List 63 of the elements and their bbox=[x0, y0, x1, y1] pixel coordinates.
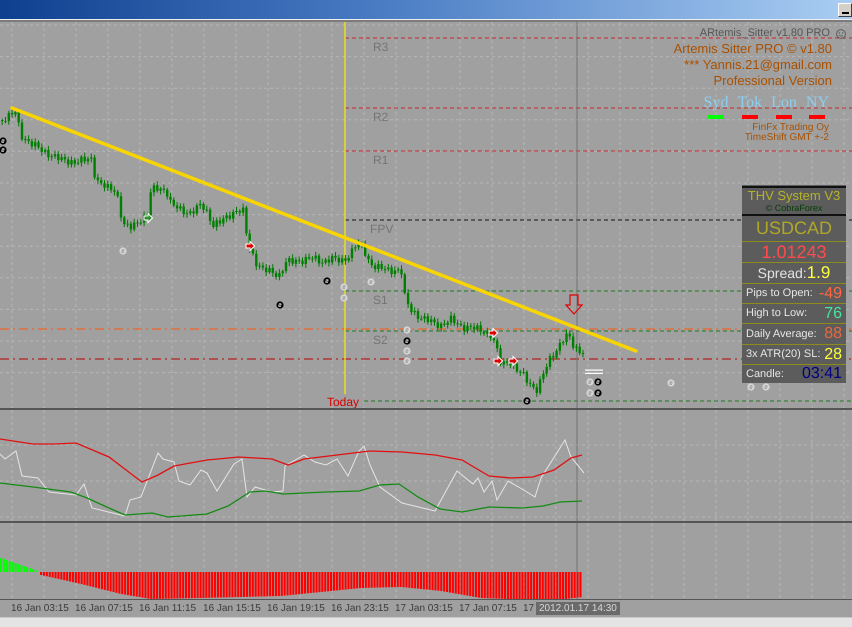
time-axis-label: 16 Jan 07:15 bbox=[75, 602, 133, 615]
credit-text: © CobraForex bbox=[766, 203, 822, 213]
spread-value: 1.9 bbox=[806, 262, 830, 284]
panel-title: THV System V3 bbox=[748, 189, 840, 203]
right-arrow-icon bbox=[488, 327, 498, 339]
circle-marker-icon bbox=[340, 294, 348, 302]
circle-marker-icon bbox=[276, 301, 284, 309]
stat-value: 76 bbox=[824, 304, 842, 324]
price-text: 1.01243 bbox=[761, 240, 827, 264]
pivot-level-label: S2 bbox=[373, 334, 388, 346]
time-axis-label: 17 bbox=[523, 602, 534, 615]
session-label: Syd bbox=[704, 95, 728, 111]
time-axis-label: 16 Jan 23:15 bbox=[331, 602, 389, 615]
right-arrow-icon bbox=[494, 355, 504, 367]
stat-label: Candle: bbox=[746, 366, 784, 382]
smiley-icon bbox=[836, 29, 846, 39]
stat-label: Pips to Open: bbox=[746, 286, 813, 302]
session-label: Tok bbox=[737, 95, 762, 111]
symbol-text: USDCAD bbox=[756, 217, 832, 240]
circle-marker-icon bbox=[403, 347, 411, 355]
time-axis-label: 16 Jan 11:15 bbox=[139, 602, 196, 615]
time-axis-label: 17 Jan 03:15 bbox=[395, 602, 453, 615]
down-arrow-icon bbox=[564, 294, 584, 315]
circle-marker-icon bbox=[762, 383, 770, 391]
spread-label: Spread: bbox=[758, 264, 807, 283]
circle-marker-icon bbox=[667, 379, 675, 387]
minimize-icon bbox=[842, 12, 848, 14]
right-arrow-icon bbox=[144, 212, 154, 224]
circle-marker-icon bbox=[747, 383, 755, 391]
indicator-name: ARtemis_Sitter v1.80 PRO bbox=[700, 27, 830, 39]
cursor-time-label: 2012.01.17 14:30 bbox=[536, 602, 620, 615]
right-arrow-icon bbox=[508, 355, 518, 367]
stat-value: 88 bbox=[824, 324, 842, 344]
broker-text: TimeShift GMT +-2 bbox=[744, 133, 829, 143]
circle-marker-icon bbox=[119, 247, 127, 255]
version-text: Artemis Sitter PRO © v1.80 bbox=[674, 41, 832, 57]
stat-label: High to Low: bbox=[746, 306, 808, 322]
pivot-level-label: R2 bbox=[373, 111, 388, 123]
circle-marker-icon bbox=[340, 283, 348, 291]
time-axis-label: 17 Jan 07:15 bbox=[459, 602, 517, 615]
stat-value: 28 bbox=[824, 344, 842, 364]
minimize-button[interactable] bbox=[838, 3, 852, 17]
time-axis-label: 16 Jan 15:15 bbox=[203, 602, 261, 615]
circle-marker-icon bbox=[403, 337, 411, 345]
rising-histogram-series bbox=[0, 558, 37, 572]
stat-label: 3x ATR(20) SL: bbox=[746, 347, 820, 362]
circle-marker-icon bbox=[323, 277, 331, 285]
circle-marker-icon bbox=[403, 326, 411, 334]
circle-marker-icon bbox=[367, 278, 375, 286]
double-line-icon bbox=[585, 370, 603, 374]
circle-marker-icon bbox=[523, 397, 531, 405]
email-text: *** Yannis.21@gmail.com bbox=[684, 57, 832, 73]
circle-marker-icon bbox=[403, 357, 411, 365]
edition-text: Professional Version bbox=[713, 73, 832, 89]
right-arrow-icon bbox=[246, 240, 256, 252]
time-axis-label: 16 Jan 19:15 bbox=[267, 602, 325, 615]
broker-text: FinFx Trading Oy bbox=[752, 123, 829, 133]
stat-value: -49 bbox=[818, 284, 842, 304]
time-axis-label: 16 Jan 03:15 bbox=[11, 602, 69, 615]
stat-label: Daily Average: bbox=[746, 326, 817, 342]
session-label: NY bbox=[806, 95, 829, 111]
session-label: Lon bbox=[771, 95, 797, 111]
stat-value: 03:41 bbox=[802, 364, 842, 384]
